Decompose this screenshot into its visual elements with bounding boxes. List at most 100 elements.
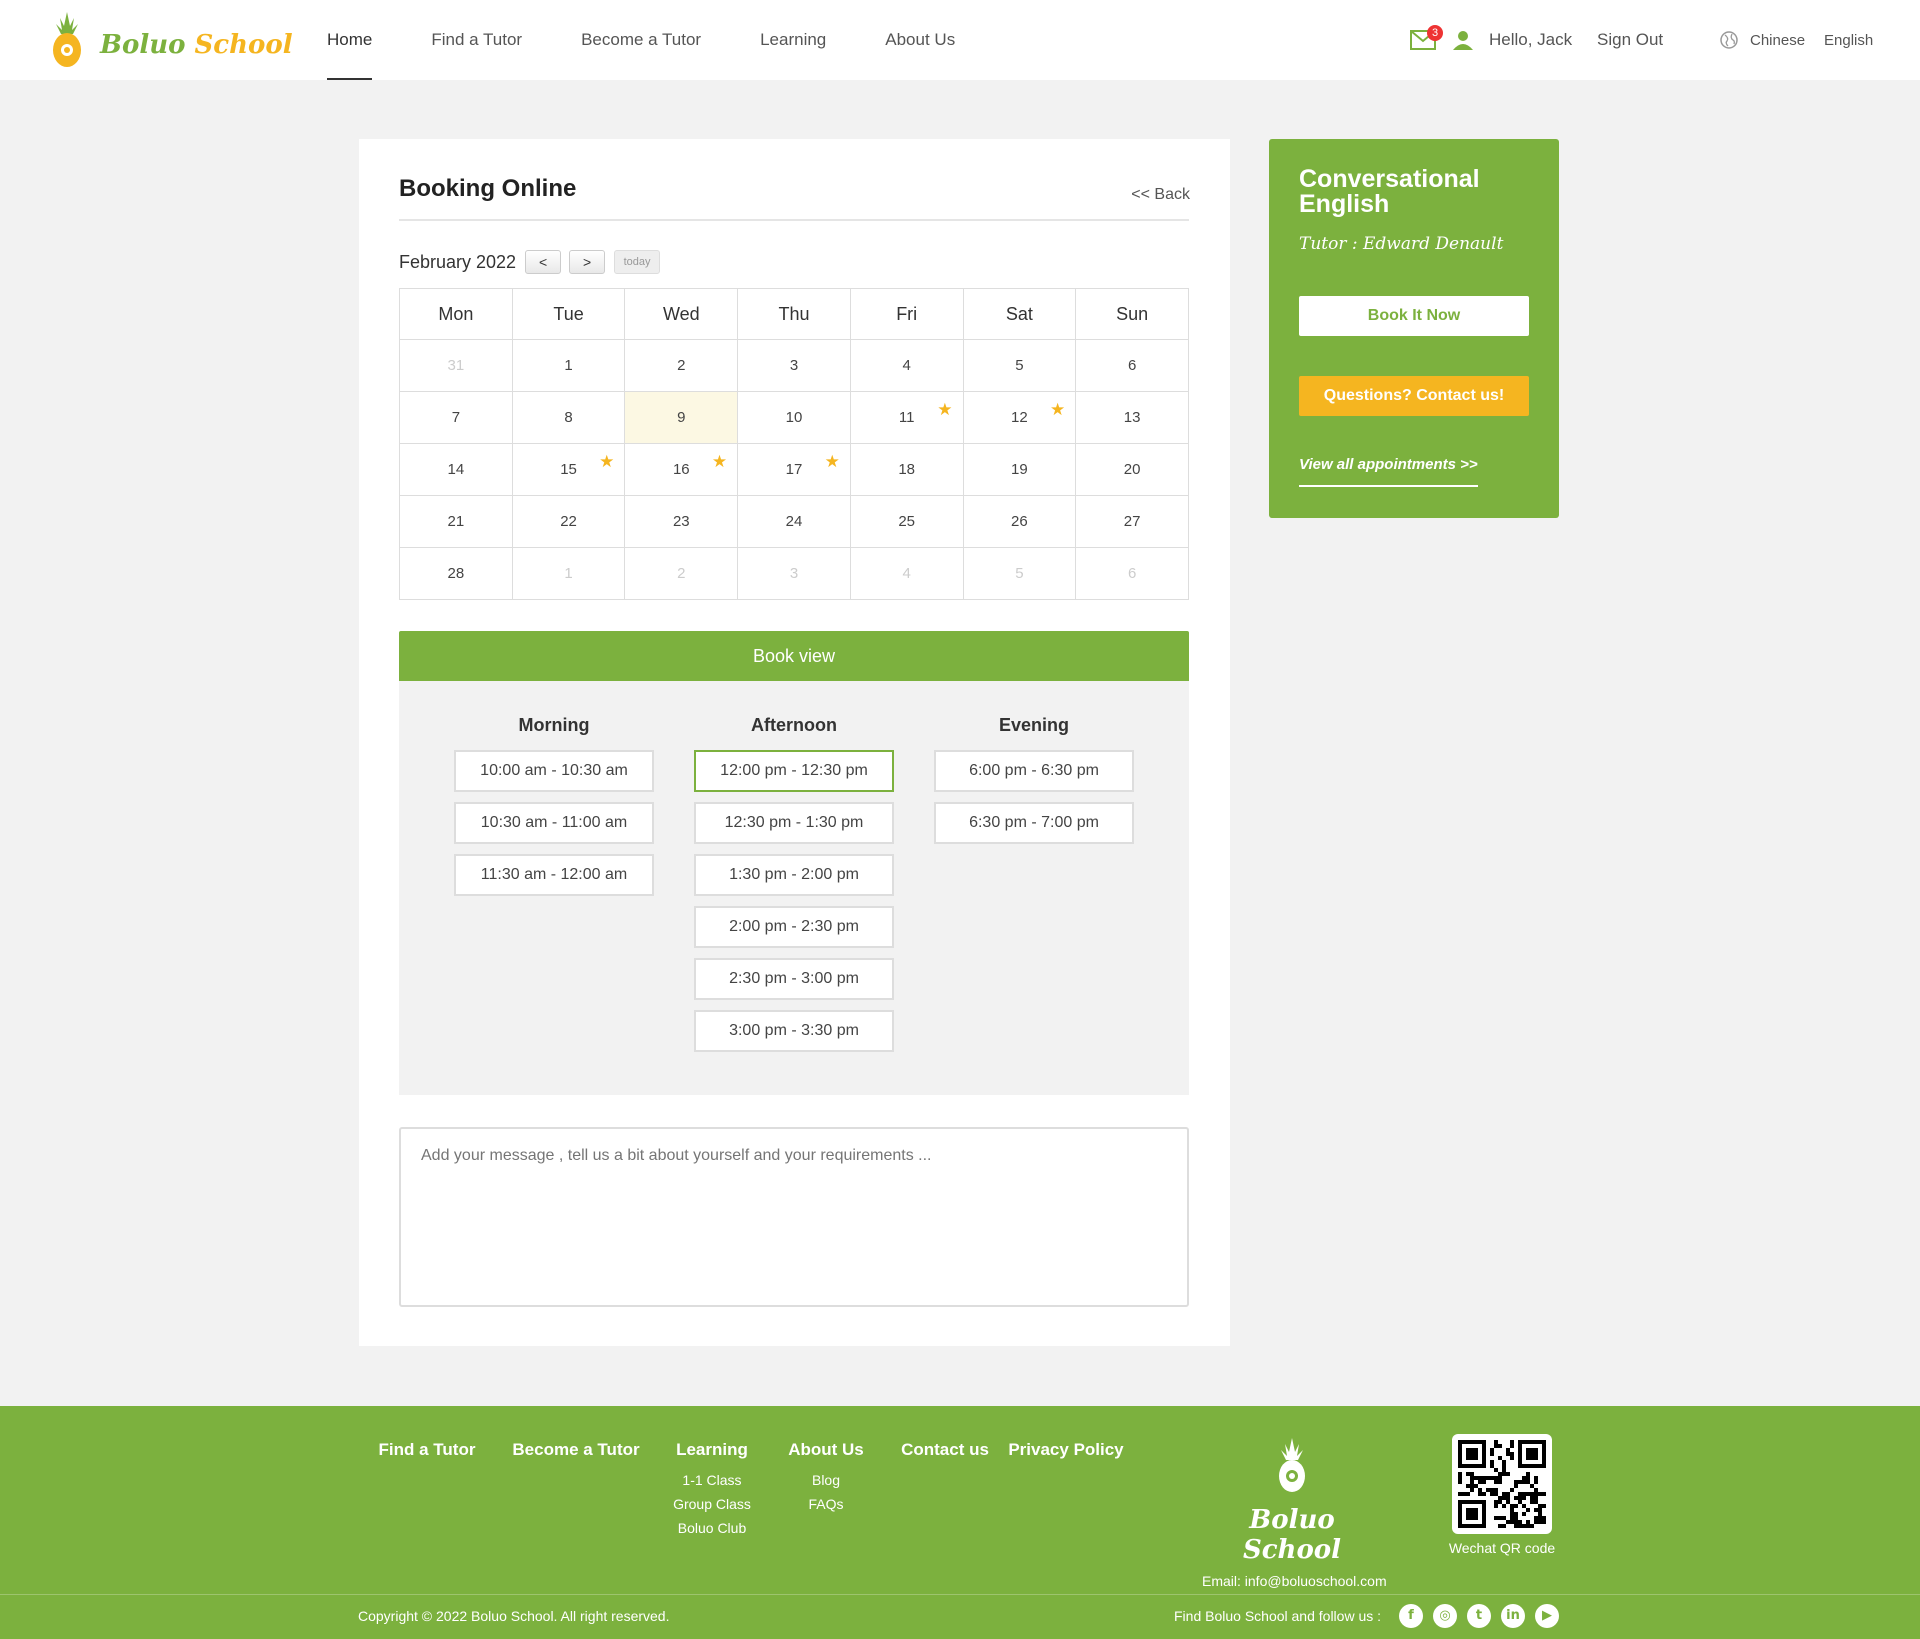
calendar-day[interactable]: 26 <box>962 495 1077 548</box>
message-input[interactable] <box>399 1127 1189 1307</box>
logo[interactable]: Boluo School <box>50 10 293 70</box>
calendar-day[interactable]: 6 <box>1075 547 1189 600</box>
day-number: 4 <box>902 357 911 374</box>
footer-link-heading[interactable]: Become a Tutor <box>496 1440 656 1460</box>
nav-become-tutor[interactable]: Become a Tutor <box>581 0 701 80</box>
time-slot-button[interactable]: 10:00 am - 10:30 am <box>454 750 654 792</box>
time-slot-button[interactable]: 1:30 pm - 2:00 pm <box>694 854 894 896</box>
day-number: 22 <box>560 513 577 530</box>
footer-link[interactable]: Blog <box>768 1468 884 1492</box>
instagram-icon[interactable]: ◎ <box>1433 1604 1457 1628</box>
day-number: 28 <box>447 565 465 582</box>
day-number: 1 <box>564 357 573 374</box>
calendar-day[interactable]: 23 <box>624 495 739 548</box>
calendar-day[interactable]: 3 <box>737 547 851 600</box>
footer-link-heading[interactable]: Privacy Policy <box>1006 1440 1126 1460</box>
facebook-icon[interactable]: f <box>1399 1604 1423 1628</box>
view-all-appointments-link[interactable]: View all appointments >> <box>1299 456 1478 487</box>
time-slot-button[interactable]: 11:30 am - 12:00 am <box>454 854 654 896</box>
calendar-day[interactable]: 4 <box>849 339 964 392</box>
calendar-day[interactable]: 12 ★ <box>962 391 1077 444</box>
footer-logo: Boluo School Email: info@boluoschool.com <box>1202 1436 1387 1589</box>
slot-column-afternoon: Afternoon 12:00 pm - 12:30 pm 12:30 pm - 1… <box>694 681 894 1062</box>
twitter-icon[interactable]: t <box>1467 1604 1491 1628</box>
footer-link[interactable]: Boluo Club <box>656 1516 768 1540</box>
calendar-day[interactable]: 21 <box>399 495 513 548</box>
slot-column-morning: Morning 10:00 am - 10:30 am 10:30 am - 11:… <box>454 681 654 906</box>
lang-english[interactable]: English <box>1824 32 1873 49</box>
time-slot-button[interactable]: 6:00 pm - 6:30 pm <box>934 750 1134 792</box>
calendar-day[interactable]: 1 <box>511 547 626 600</box>
calendar-day[interactable]: 31 <box>399 339 513 392</box>
footer-column: Contact us <box>884 1440 1006 1540</box>
calendar-day[interactable]: 28 <box>399 547 513 600</box>
time-slot-button[interactable]: 2:30 pm - 3:00 pm <box>694 958 894 1000</box>
calendar-day[interactable]: 11 ★ <box>849 391 964 444</box>
calendar-day[interactable]: 10 <box>737 391 851 444</box>
calendar-day[interactable]: 17 ★ <box>737 443 851 496</box>
calendar-day[interactable]: 27 <box>1075 495 1189 548</box>
user-greeting[interactable]: Hello, Jack <box>1489 30 1572 50</box>
footer-link-heading[interactable]: About Us <box>768 1440 884 1460</box>
calendar-day[interactable]: 20 <box>1075 443 1189 496</box>
calendar-day[interactable]: 13 <box>1075 391 1189 444</box>
time-slot-button[interactable]: 10:30 am - 11:00 am <box>454 802 654 844</box>
calendar-month: February 2022 <box>399 251 517 272</box>
calendar-day[interactable]: 6 <box>1075 339 1189 392</box>
youtube-icon[interactable]: ▶ <box>1535 1604 1559 1628</box>
sign-out-link[interactable]: Sign Out <box>1597 30 1663 50</box>
nav-find-tutor[interactable]: Find a Tutor <box>431 0 522 80</box>
calendar-day[interactable]: 8 <box>511 391 626 444</box>
chevron-left-icon: < <box>538 254 548 270</box>
footer-link-heading[interactable]: Contact us <box>884 1440 1006 1460</box>
calendar-day[interactable]: 7 <box>399 391 513 444</box>
calendar-day[interactable]: 5 <box>962 339 1077 392</box>
calendar-day[interactable]: 2 <box>624 339 739 392</box>
lang-chinese[interactable]: Chinese <box>1750 32 1805 49</box>
nav-about-us[interactable]: About Us <box>885 0 955 80</box>
calendar-day[interactable]: 1 <box>511 339 626 392</box>
calendar-day[interactable]: 5 <box>962 547 1077 600</box>
time-slot-button[interactable]: 12:00 pm - 12:30 pm <box>694 750 894 792</box>
footer-link-heading[interactable]: Learning <box>656 1440 768 1460</box>
time-slot-button[interactable]: 12:30 pm - 1:30 pm <box>694 802 894 844</box>
linkedin-icon[interactable]: in <box>1501 1604 1525 1628</box>
day-number: 3 <box>789 357 799 374</box>
calendar-day[interactable]: 14 <box>399 443 513 496</box>
time-slot-button[interactable]: 6:30 pm - 7:00 pm <box>934 802 1134 844</box>
calendar-day[interactable]: 24 <box>737 495 851 548</box>
footer-link[interactable]: 1-1 Class <box>656 1468 768 1492</box>
day-number: 7 <box>451 409 461 426</box>
footer-link[interactable]: Group Class <box>656 1492 768 1516</box>
prev-month-button[interactable]: < <box>525 250 562 274</box>
calendar-day[interactable]: 22 <box>511 495 626 548</box>
day-number: 5 <box>1015 357 1024 374</box>
footer-link[interactable]: FAQs <box>768 1492 884 1516</box>
calendar-day[interactable]: 16 ★ <box>624 443 739 496</box>
day-number: 27 <box>1123 513 1141 530</box>
calendar-day[interactable]: 4 <box>849 547 964 600</box>
day-number: 23 <box>672 513 690 530</box>
back-link[interactable]: << Back <box>1131 186 1190 204</box>
nav-learning[interactable]: Learning <box>760 0 826 80</box>
calendar-day[interactable]: 15 ★ <box>511 443 626 496</box>
contact-us-button[interactable]: Questions? Contact us! <box>1299 376 1529 416</box>
calendar-day[interactable]: 2 <box>624 547 739 600</box>
weekday-wed: Wed <box>624 288 739 340</box>
footer-email[interactable]: Email: info@boluoschool.com <box>1202 1573 1387 1589</box>
next-month-button[interactable]: > <box>569 250 606 274</box>
calendar-day[interactable]: 18 <box>849 443 964 496</box>
calendar-day[interactable]: 19 <box>962 443 1077 496</box>
star-icon: ★ <box>1050 400 1066 419</box>
time-slot-button[interactable]: 2:00 pm - 2:30 pm <box>694 906 894 948</box>
book-now-button[interactable]: Book It Now <box>1299 296 1529 336</box>
weekday-mon: Mon <box>399 288 513 340</box>
calendar-day[interactable]: 9 <box>624 391 739 444</box>
calendar-day[interactable]: 25 <box>849 495 964 548</box>
calendar-grid: Mon Tue Wed Thu Fri Sat Sun 31 1 2 3 4 5 6 7 8 9 10 11 ★ 12… <box>399 288 1189 600</box>
time-slot-button[interactable]: 3:00 pm - 3:30 pm <box>694 1010 894 1052</box>
calendar-day[interactable]: 3 <box>737 339 851 392</box>
today-button[interactable]: today <box>614 250 661 274</box>
footer-link-heading[interactable]: Find a Tutor <box>358 1440 496 1460</box>
nav-home[interactable]: Home <box>327 0 373 80</box>
